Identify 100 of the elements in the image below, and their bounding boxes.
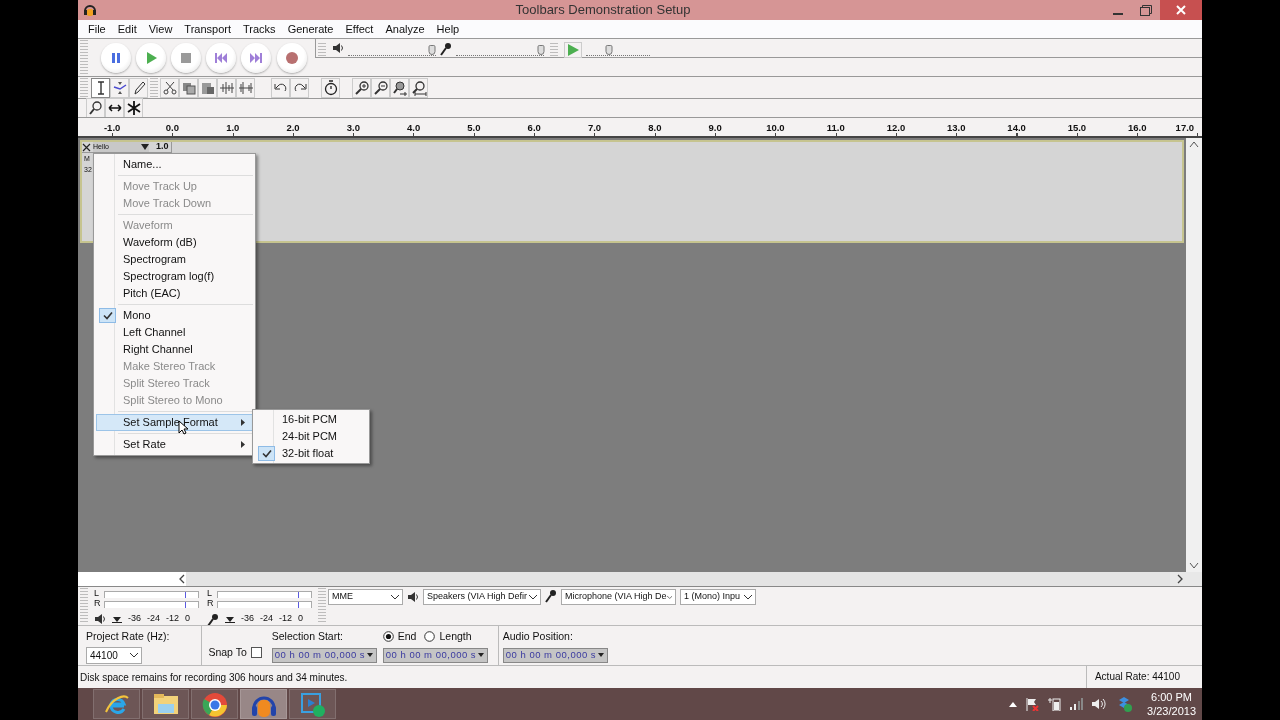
signal-icon[interactable] <box>1069 697 1084 711</box>
toolbar-grip[interactable] <box>318 588 326 624</box>
redo-button[interactable] <box>290 77 309 98</box>
time-field[interactable]: 00 h 00 m 00,000 s <box>271 647 377 663</box>
menu-item[interactable]: Left Channel <box>96 324 253 341</box>
record-button[interactable] <box>276 43 307 73</box>
menu-item[interactable]: Spectrogram <box>96 251 253 268</box>
scroll-down-icon[interactable] <box>1189 562 1199 570</box>
menu-item[interactable]: 24-bit PCM <box>255 428 367 445</box>
flag-icon[interactable] <box>1025 697 1040 711</box>
pause-button[interactable] <box>100 43 131 73</box>
menu-item[interactable]: File <box>82 20 112 38</box>
taskbar-button[interactable] <box>93 689 140 719</box>
time-field[interactable]: 00 h 00 m 00,000 s <box>382 647 488 663</box>
toolbar-grip[interactable] <box>80 78 88 97</box>
project-rate-dropdown[interactable]: 44100 <box>86 646 142 664</box>
radio-option[interactable]: Length <box>424 629 472 645</box>
speed-slider[interactable] <box>605 45 612 55</box>
zoom-tool-button[interactable] <box>86 98 105 118</box>
menu-item[interactable]: Help <box>430 20 466 38</box>
menu-item[interactable]: Spectrogram log(f) <box>96 268 253 285</box>
menu-item[interactable]: Right Channel <box>96 341 253 358</box>
menu-item[interactable]: Name... <box>96 156 253 173</box>
menu-item[interactable]: View <box>142 20 179 38</box>
undo-button[interactable] <box>271 77 290 98</box>
volume-slider[interactable] <box>428 45 436 55</box>
battery-icon[interactable] <box>1047 697 1062 711</box>
taskbar-button[interactable] <box>191 689 238 719</box>
menu-item[interactable]: Tracks <box>237 20 282 38</box>
draw-tool-button[interactable] <box>129 77 148 98</box>
zoom-in-icon <box>353 79 370 96</box>
ruler-label: 7.0 <box>586 121 603 135</box>
ruler-label: -1.0 <box>102 121 122 135</box>
radio-option[interactable]: End <box>382 629 417 645</box>
chevron-up-icon[interactable] <box>1009 701 1018 707</box>
toolbar-grip[interactable] <box>80 588 88 624</box>
menu-item[interactable]: 32-bit float <box>255 445 367 462</box>
toolbar-grip[interactable] <box>80 40 88 75</box>
skip-to-end-button[interactable] <box>241 43 272 73</box>
menu-item[interactable]: Effect <box>339 20 380 38</box>
stop-button[interactable] <box>170 43 201 73</box>
menu-item[interactable]: Transport <box>178 20 238 38</box>
input-device-dropdown[interactable]: Microphone (VIA High De <box>561 589 676 605</box>
menu-item[interactable]: Analyze <box>379 20 431 38</box>
fit-project-button[interactable] <box>409 77 428 98</box>
menu-item[interactable]: Set Sample Format <box>96 414 253 431</box>
speaker-icon <box>407 591 419 603</box>
copy-button[interactable] <box>179 77 198 98</box>
channels-dropdown[interactable]: 1 (Mono) Inpu <box>680 589 756 605</box>
selection-tool-button[interactable] <box>91 77 110 98</box>
multi-tool-button[interactable] <box>124 98 143 118</box>
toolbar-grip[interactable] <box>150 78 158 97</box>
ruler-label: 2.0 <box>285 121 301 135</box>
ruler-label: 10.0 <box>765 121 786 135</box>
close-icon[interactable] <box>82 142 91 152</box>
timer-button[interactable] <box>321 77 340 98</box>
close-button[interactable] <box>1160 0 1202 20</box>
envelope-tool-button[interactable] <box>110 77 129 98</box>
menu-item[interactable]: 16-bit PCM <box>255 411 367 428</box>
microphone-icon[interactable] <box>207 612 219 625</box>
silence-button[interactable] <box>236 77 255 98</box>
zoom-in-button[interactable] <box>352 77 371 98</box>
volume-slider[interactable] <box>538 45 545 55</box>
close-icon <box>1176 5 1186 15</box>
ruler-label: 11.0 <box>825 121 846 135</box>
toolbar-grip[interactable] <box>318 43 327 56</box>
ruler-label: 17.0 <box>1174 121 1196 135</box>
menu-item[interactable]: Waveform (dB) <box>96 234 253 251</box>
dropdown-arrow-icon[interactable] <box>112 614 122 623</box>
host-dropdown[interactable]: MME <box>328 589 403 605</box>
menu-item[interactable]: Generate <box>281 20 340 38</box>
output-device-dropdown[interactable]: Speakers (VIA High Defir <box>423 589 541 605</box>
dropdown-arrow-icon[interactable] <box>225 614 235 623</box>
paste-button[interactable] <box>198 77 217 98</box>
scroll-right-icon[interactable] <box>1176 574 1184 584</box>
taskbar-button[interactable] <box>142 689 189 719</box>
time-shift-tool-button[interactable] <box>105 98 124 118</box>
time-field[interactable]: 00 h 00 m 00,000 s <box>502 647 608 663</box>
menu-item[interactable]: Set Rate <box>96 436 253 453</box>
volume-icon[interactable] <box>1091 697 1108 711</box>
menu-item[interactable]: Mono <box>96 307 253 324</box>
scroll-left-icon[interactable] <box>178 574 186 584</box>
zoom-out-icon <box>372 79 389 96</box>
scale-label: 0 <box>298 612 304 625</box>
scroll-up-icon[interactable] <box>1189 140 1199 148</box>
zoom-out-button[interactable] <box>371 77 390 98</box>
speaker-icon[interactable] <box>94 612 106 625</box>
dropdown-arrow-icon <box>478 652 485 659</box>
snap-checkbox[interactable] <box>250 647 262 659</box>
scissors-button[interactable] <box>160 77 179 98</box>
menu-item[interactable]: Edit <box>111 20 143 38</box>
taskbar-button[interactable] <box>240 689 287 719</box>
fit-selection-button[interactable] <box>390 77 409 98</box>
channel-label: R <box>94 597 102 611</box>
trim-button[interactable] <box>217 77 236 98</box>
radio-icon[interactable] <box>424 631 436 643</box>
field-label: Selection Start: <box>271 629 344 644</box>
menu-item[interactable]: Pitch (EAC) <box>96 285 253 302</box>
skip-to-start-button[interactable] <box>206 43 237 73</box>
radio-icon[interactable] <box>382 631 394 643</box>
